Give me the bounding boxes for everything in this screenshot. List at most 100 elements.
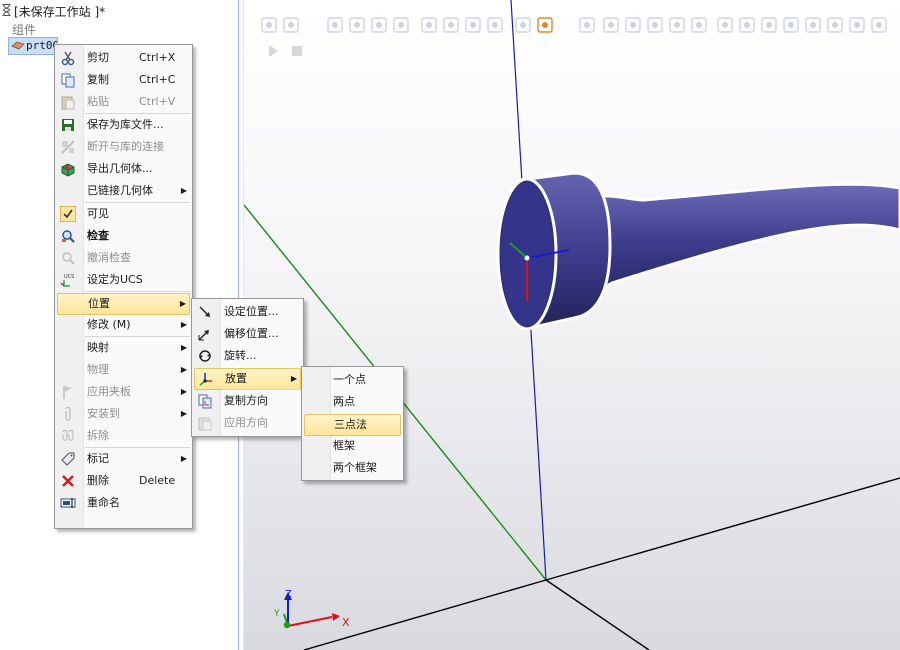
measure-icon[interactable] [486,16,504,34]
offset-position-icon [197,326,213,342]
zoom-icon[interactable] [442,16,460,34]
context-menu-item-6[interactable]: 已链接几何体 ▶ [57,181,190,201]
triad-x-label: X [342,616,350,629]
shortcut-label: Ctrl+C [139,73,176,86]
place-submenu-item-0[interactable]: 一个点 [304,370,401,390]
context-menu-item-3[interactable]: 保存为库文件... [57,115,190,135]
3d-viewport[interactable]: X Z Y [244,0,900,650]
context-menu-item-label: 已链接几何体 [87,184,153,197]
shortcut-label: Ctrl+X [139,51,176,64]
orbit-icon[interactable] [392,16,410,34]
context-menu-item-label: 修改 (M) [87,318,131,331]
snap-face-icon[interactable] [690,16,708,34]
submenu-arrow-icon: ▶ [180,454,187,463]
context-menu-item-18[interactable]: 标记 ▶ [57,449,190,469]
workspace-title[interactable]: [未保存工作站 ]* [2,3,105,20]
pan-icon[interactable] [420,16,438,34]
place-submenu-item-2[interactable]: 三点法 [304,414,401,436]
context-menu-item-8[interactable]: 检查 [57,226,190,246]
context-menu-item-1[interactable]: 复制 Ctrl+C [57,70,190,90]
zoom-selection-icon[interactable] [370,16,388,34]
angle-icon[interactable] [738,16,756,34]
snap-edge-icon[interactable] [624,16,642,34]
position-submenu-item-3[interactable]: 放置 ▶ [194,368,301,390]
context-menu-item-19[interactable]: 删除 Delete [57,471,190,491]
axes-toggle-icon[interactable] [870,16,888,34]
copy-orientation-icon [197,393,213,409]
context-menu-item-label: 位置 [88,297,110,310]
zoom-fit-icon[interactable] [348,16,366,34]
context-menu-item-10[interactable]: UCS 设定为UCS [57,270,190,290]
rotate-view-icon[interactable] [464,16,482,34]
stop-animation-icon[interactable] [288,42,306,60]
run-icon[interactable] [804,16,822,34]
snap-center-icon[interactable] [646,16,664,34]
context-menu-item-15: 应用夹板 ▶ [57,382,190,402]
rotate-icon [197,348,213,364]
zoom-window-icon[interactable] [326,16,344,34]
position-submenu-item-label: 偏移位置... [224,327,279,340]
menu-separator [85,291,190,292]
position-submenu-item-4[interactable]: 复制方向 [194,391,301,411]
place-submenu-item-3[interactable]: 框架 [304,436,401,456]
context-menu-item-0[interactable]: 剪切 Ctrl+X [57,48,190,68]
apply-orientation-icon [197,415,213,431]
place-submenu-item-1[interactable]: 两点 [304,392,401,412]
context-menu-item-label: 映射 [87,341,109,354]
context-menu-item-label: 物理 [87,363,109,376]
context-menu-item-20[interactable]: 重命名 [57,493,190,513]
flag-icon [60,384,76,400]
triad-y-label: Y [273,609,280,619]
context-menu-item-label: 保存为库文件... [87,118,164,131]
menu-separator [85,202,190,203]
set-position-icon [197,304,213,320]
bracket-icon[interactable] [782,16,800,34]
position-submenu-item-label: 设定位置... [224,305,279,318]
snap-vertex-icon[interactable] [668,16,686,34]
context-menu-item-label: 撤消检查 [87,251,131,264]
snap-grid-icon[interactable] [514,16,532,34]
delete-icon [60,473,76,489]
grid-toggle-icon[interactable] [848,16,866,34]
wireframe-view-icon[interactable] [282,16,300,34]
context-menu-item-label: 安装到 [87,407,120,420]
inspect-icon [60,228,76,244]
tag-icon [60,451,76,467]
ruler-icon[interactable] [716,16,734,34]
snap-line-icon[interactable] [602,16,620,34]
tree-group-label[interactable]: 组件 [12,21,36,38]
ucs-icon: UCS [60,272,76,288]
nozzle-model [496,171,900,331]
place-submenu-item-4[interactable]: 两个框架 [304,458,401,478]
run-animation-icon[interactable] [264,42,282,60]
shaded-view-icon[interactable] [260,16,278,34]
position-submenu-item-0[interactable]: 设定位置... [194,302,301,322]
part-context-menu: 剪切 Ctrl+X 复制 Ctrl+C 粘贴 Ctrl+V 保存为库文件... 断开与库的连接… [54,44,193,529]
save-library-icon [60,117,76,133]
copy-icon [60,72,76,88]
place-submenu-item-label: 两个框架 [333,461,377,474]
snap-target-icon[interactable] [536,16,554,34]
context-menu-item-5[interactable]: 导出几何体... [57,159,190,179]
submenu-arrow-icon: ▶ [180,365,187,374]
position-submenu-item-label: 放置 [225,372,247,385]
shortcut-label: Ctrl+V [139,95,176,108]
place-submenu-item-label: 一个点 [333,373,366,386]
position-submenu-item-label: 旋转... [224,349,257,362]
context-menu-item-label: 复制 [87,73,109,86]
context-menu-item-7[interactable]: 可见 [57,204,190,224]
snap-point-icon[interactable] [578,16,596,34]
position-submenu-item-1[interactable]: 偏移位置... [194,324,301,344]
tree-part-item[interactable]: prt0001 [8,37,58,55]
place-submenu-item-label: 三点法 [334,418,367,431]
context-menu-item-4: 断开与库的连接 [57,137,190,157]
context-menu-item-label: 检查 [87,229,109,242]
context-menu-item-11[interactable]: 位置 ▶ [57,293,190,315]
axis-triad: X Z Y [273,589,350,629]
circle-measure-icon[interactable] [760,16,778,34]
context-menu-item-13[interactable]: 映射 ▶ [57,338,190,358]
position-submenu-item-2[interactable]: 旋转... [194,346,301,366]
context-menu-item-12[interactable]: 修改 (M) ▶ [57,315,190,335]
world-x-axis [545,477,900,581]
stop-icon[interactable] [826,16,844,34]
